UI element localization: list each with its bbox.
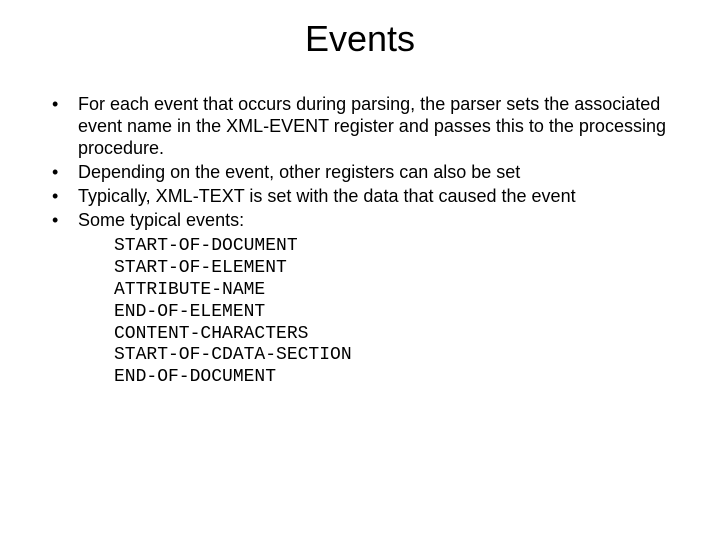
event-name: CONTENT-CHARACTERS — [114, 324, 690, 346]
events-list: START-OF-DOCUMENT START-OF-ELEMENT ATTRI… — [114, 236, 690, 390]
bullet-item: Depending on the event, other registers … — [48, 162, 690, 184]
event-name: START-OF-DOCUMENT — [114, 236, 690, 258]
slide-title: Events — [30, 18, 690, 60]
bullet-item: Typically, XML-TEXT is set with the data… — [48, 186, 690, 208]
slide: Events For each event that occurs during… — [0, 0, 720, 540]
event-name: START-OF-ELEMENT — [114, 258, 690, 280]
bullet-list: For each event that occurs during parsin… — [30, 94, 690, 232]
event-name: START-OF-CDATA-SECTION — [114, 345, 690, 367]
bullet-item: Some typical events: — [48, 210, 690, 232]
event-name: END-OF-ELEMENT — [114, 302, 690, 324]
bullet-item: For each event that occurs during parsin… — [48, 94, 690, 160]
event-name: END-OF-DOCUMENT — [114, 367, 690, 389]
event-name: ATTRIBUTE-NAME — [114, 280, 690, 302]
